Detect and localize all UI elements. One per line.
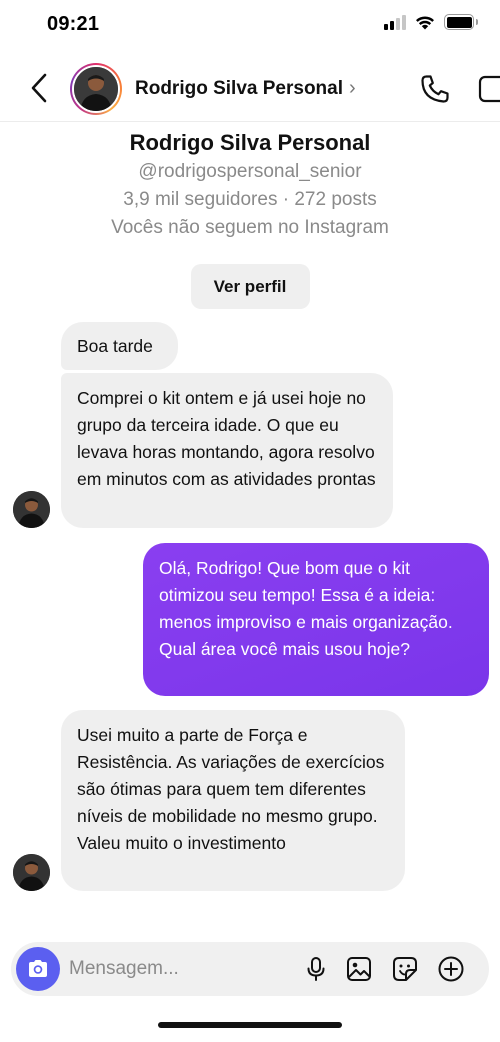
home-indicator — [158, 1022, 342, 1028]
plus-icon — [438, 956, 464, 982]
message-composer — [11, 942, 489, 996]
profile-name: Rodrigo Silva Personal — [129, 130, 371, 155]
contact-name-link[interactable]: Rodrigo Silva Personal › — [135, 77, 356, 100]
phone-icon — [421, 75, 449, 103]
sticker-button[interactable] — [391, 955, 419, 983]
video-call-button[interactable] — [478, 74, 500, 104]
camera-icon — [29, 960, 47, 977]
message-bubble-outgoing[interactable]: Olá, Rodrigo! Que bom que o kit otimizou… — [143, 543, 489, 696]
sender-avatar[interactable] — [13, 491, 50, 528]
message-bubble-incoming[interactable]: Comprei o kit ontem e já usei hoje no gr… — [61, 373, 393, 528]
profile-summary: Rodrigo Silva Personal @rodrigospersonal… — [0, 128, 500, 309]
back-button[interactable] — [24, 70, 54, 106]
gallery-icon — [347, 957, 371, 981]
chat-header: Rodrigo Silva Personal › — [0, 56, 500, 122]
microphone-button[interactable] — [302, 955, 330, 983]
profile-stats: 3,9 mil seguidores · 272 posts — [123, 189, 377, 210]
view-profile-button[interactable]: Ver perfil — [190, 264, 310, 309]
microphone-icon — [307, 957, 325, 981]
call-button[interactable] — [418, 72, 452, 106]
chevron-right-icon: › — [349, 77, 356, 99]
more-options-button[interactable] — [437, 955, 465, 983]
person-photo-icon — [74, 67, 118, 111]
status-time: 09:21 — [47, 13, 100, 35]
battery-icon — [444, 14, 478, 30]
sticker-icon — [393, 957, 417, 981]
sender-avatar[interactable] — [13, 854, 50, 891]
camera-button[interactable] — [16, 947, 60, 991]
follow-status: Vocês não seguem no Instagram — [111, 217, 389, 238]
contact-name: Rodrigo Silva Personal — [135, 77, 343, 99]
person-photo-icon — [13, 854, 50, 891]
profile-handle: @rodrigospersonal_senior — [138, 161, 362, 182]
message-bubble-incoming[interactable]: Boa tarde — [61, 322, 178, 370]
person-photo-icon — [13, 491, 50, 528]
status-icons — [384, 14, 478, 30]
message-bubble-incoming[interactable]: Usei muito a parte de Força e Resistênci… — [61, 710, 405, 891]
signal-icon — [384, 14, 406, 30]
message-input[interactable] — [69, 956, 289, 982]
chevron-left-icon — [31, 73, 47, 103]
contact-avatar[interactable] — [70, 63, 122, 115]
wifi-icon — [416, 16, 434, 30]
status-bar: 09:21 — [0, 0, 500, 50]
gallery-button[interactable] — [345, 955, 373, 983]
video-icon — [478, 75, 500, 103]
